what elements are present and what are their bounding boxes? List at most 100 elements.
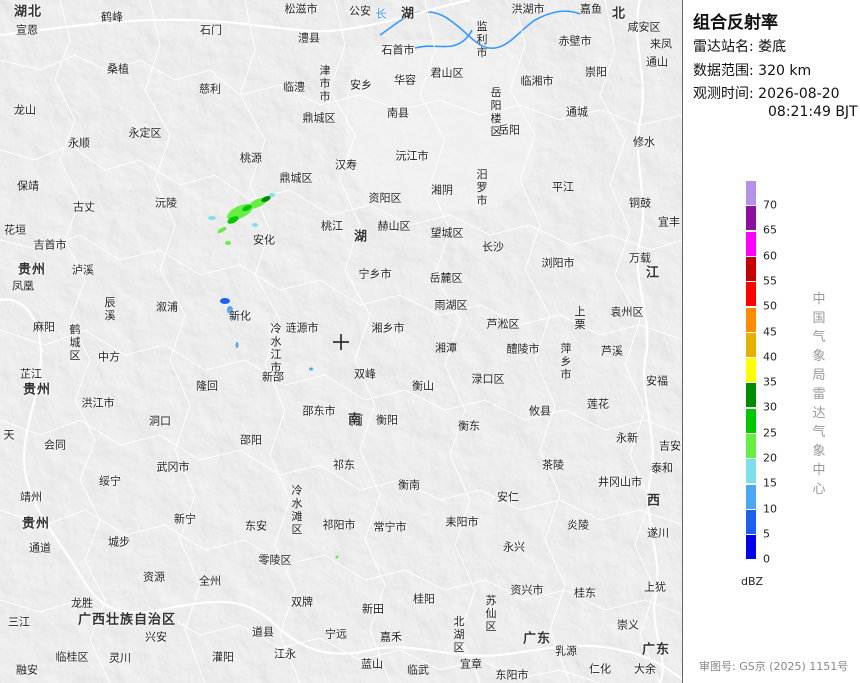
- scale-swatch: [746, 484, 756, 509]
- map-label: 广西壮族自治区: [77, 612, 177, 628]
- station-label: 雷达站名:: [693, 39, 754, 55]
- map-label: 东安: [245, 519, 267, 533]
- map-label: 湖: [400, 6, 416, 22]
- map-label: 通城: [566, 105, 588, 119]
- map-label: 绥宁: [99, 474, 121, 488]
- map-label: 长: [375, 7, 387, 21]
- map-label: 上犹: [644, 580, 666, 594]
- map-label: 祁东: [333, 458, 355, 472]
- map-label-vertical: 鹤城区: [69, 323, 81, 362]
- map-label: 芦溪: [601, 344, 623, 358]
- map-label: 湘乡市: [371, 321, 405, 335]
- map-label: 桑植: [107, 62, 129, 76]
- scale-value: 5: [763, 527, 770, 541]
- map-label: 资阳区: [368, 191, 402, 205]
- map-label: 华容: [394, 73, 416, 87]
- map-label: 南县: [387, 106, 409, 120]
- map-label: 古丈: [73, 200, 95, 214]
- map-label: 蓝山: [361, 657, 383, 671]
- map-label: 全州: [199, 574, 221, 588]
- map-label: 万载: [629, 251, 651, 265]
- map-label: 新化: [229, 309, 251, 323]
- map-label: 吉首市: [33, 238, 67, 252]
- map-label: 洞口: [149, 414, 171, 428]
- map-label: 袁州区: [610, 305, 644, 319]
- map-label: 崇义: [617, 618, 639, 632]
- map-label-vertical: 萍乡市: [560, 342, 572, 381]
- map-label: 邵东市: [302, 404, 336, 418]
- range-value: 320 km: [758, 63, 812, 79]
- map-label: 桂东: [574, 586, 596, 600]
- map-label: 大余: [634, 662, 656, 676]
- time-row: 观测时间: 2026-08-20 08:21:49 BJT: [693, 85, 858, 121]
- map-label: 新宁: [174, 512, 196, 526]
- map-label: 赫山区: [377, 219, 411, 233]
- scale-unit: dBZ: [741, 575, 764, 588]
- map-label: 洪湖市: [511, 2, 545, 16]
- scale-swatch: [746, 459, 756, 484]
- scale-swatch: [746, 282, 756, 307]
- map-label: 芦淞区: [486, 317, 520, 331]
- map-label: 石门: [200, 23, 222, 37]
- map-label: 城步: [108, 535, 130, 549]
- map-label: 井冈山市: [598, 475, 642, 489]
- map-label: 岳麓区: [429, 271, 463, 285]
- map-label-vertical: 冷水滩区: [291, 484, 303, 536]
- map-label: 通山: [646, 55, 668, 69]
- map-label: 松滋市: [284, 2, 318, 16]
- scale-swatch: [746, 509, 756, 534]
- time-date: 2026-08-20: [758, 86, 840, 102]
- scale-value: 25: [763, 426, 777, 440]
- map-label: 衡阳: [376, 413, 398, 427]
- map-label: 临湘市: [520, 74, 554, 88]
- map-label: 湖北: [13, 4, 43, 20]
- scale-value: 50: [763, 299, 777, 313]
- map-label: 泸溪: [72, 263, 94, 277]
- map-label: 祁阳市: [322, 518, 356, 532]
- scale-value: 65: [763, 223, 777, 237]
- map-label: 灌阳: [212, 650, 234, 664]
- map-label: 安仁: [497, 490, 519, 504]
- map-label: 永顺: [68, 136, 90, 150]
- map-label: 双峰: [354, 367, 376, 381]
- map-label: 望城区: [430, 226, 464, 240]
- scale-value: 70: [763, 198, 777, 212]
- map-label: 靖州: [20, 490, 42, 504]
- map-label: 通道: [29, 541, 51, 555]
- map-label-vertical: 监利市: [476, 20, 488, 59]
- map-label-vertical: 上栗: [574, 305, 586, 331]
- map-label: 衡东: [458, 419, 480, 433]
- map-label: 永定区: [128, 126, 162, 140]
- scale-swatch: [746, 535, 756, 560]
- map-label-vertical: 苏仙区: [485, 594, 497, 633]
- map-label: 中方: [98, 350, 120, 364]
- station-row: 雷达站名: 娄底: [693, 38, 786, 56]
- map-label-vertical: 辰溪: [104, 296, 116, 322]
- map-label: 芷江: [20, 367, 42, 381]
- map-label: 天: [3, 428, 15, 442]
- map-label: 雨湖区: [434, 298, 468, 312]
- map-label: 衡山: [412, 379, 434, 393]
- map-label: 广东: [522, 631, 552, 647]
- map-label: 吉安: [659, 439, 681, 453]
- map-label: 攸县: [529, 404, 551, 418]
- scale-swatch: [746, 231, 756, 256]
- map-label: 保靖: [17, 179, 39, 193]
- scale-swatch: [746, 181, 756, 205]
- legend-panel: 组合反射率 雷达站名: 娄底 数据范围: 320 km 观测时间: 2026-0…: [683, 0, 860, 683]
- map-label: 鹤峰: [101, 10, 123, 24]
- map-label: 安化: [253, 233, 275, 247]
- map-label: 贵州: [21, 516, 51, 532]
- map-label: 汉寿: [335, 158, 357, 172]
- map-label: 会同: [44, 438, 66, 452]
- map-label: 耒阳市: [445, 515, 479, 529]
- map-label: 宣恩: [16, 23, 38, 37]
- map-label: 赤壁市: [558, 34, 592, 48]
- radar-map[interactable]: 湖北 鹤峰 松滋市 公安 长 湖 洪湖市 嘉鱼 北 咸安区 宣恩 石门 澧县 石…: [0, 0, 683, 683]
- map-label: 龙胜: [71, 596, 93, 610]
- map-label: 双牌: [291, 595, 313, 609]
- map-label: 融安: [16, 663, 38, 677]
- scale-swatch: [746, 206, 756, 231]
- map-label: 宜章: [460, 657, 482, 671]
- map-label: 临武: [407, 663, 429, 677]
